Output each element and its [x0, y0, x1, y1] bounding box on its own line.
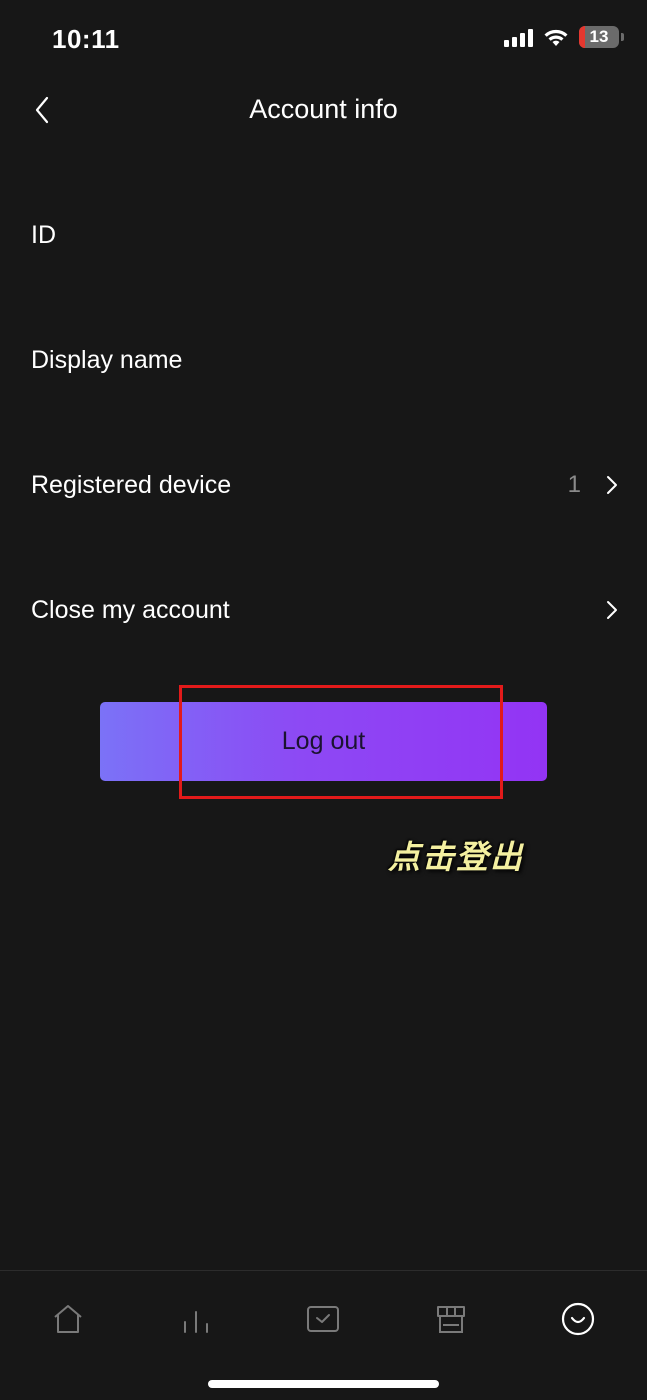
- tab-profile[interactable]: [548, 1289, 608, 1349]
- status-time: 10:11: [52, 24, 120, 54]
- account-info-screen: 10:11 13 Account info ID Display name Re…: [0, 0, 647, 1400]
- annotation-text: 点击登出: [388, 838, 525, 876]
- tab-store[interactable]: [421, 1289, 481, 1349]
- logout-button[interactable]: Log out: [100, 702, 547, 781]
- row-label: Close my account: [31, 595, 230, 624]
- row-label: Display name: [31, 345, 183, 374]
- nav-bar: Account info: [0, 78, 647, 142]
- store-icon: [437, 1306, 465, 1333]
- status-icons: 13: [504, 26, 624, 48]
- row-label: ID: [31, 220, 56, 249]
- task-icon: [307, 1306, 339, 1332]
- row-close-account[interactable]: Close my account: [0, 575, 647, 645]
- battery-icon: 13: [579, 26, 624, 48]
- tab-task[interactable]: [293, 1289, 353, 1349]
- chevron-right-icon: [607, 601, 617, 619]
- row-id: ID: [0, 200, 647, 270]
- stats-icon: [184, 1311, 208, 1333]
- status-bar: 10:11 13: [0, 0, 647, 78]
- page-title: Account info: [249, 94, 398, 124]
- row-label: Registered device: [31, 470, 232, 499]
- row-display-name: Display name: [0, 325, 647, 395]
- tab-stats[interactable]: [166, 1289, 226, 1349]
- home-indicator: [208, 1380, 439, 1388]
- tab-home[interactable]: [38, 1289, 98, 1349]
- wifi-icon: [544, 29, 568, 46]
- row-registered-device[interactable]: Registered device 1: [0, 450, 647, 520]
- cellular-signal-icon: [504, 27, 533, 47]
- chevron-right-icon: [607, 476, 617, 494]
- registered-device-count: 1: [567, 471, 581, 498]
- home-icon: [54, 1305, 82, 1333]
- profile-icon: [561, 1302, 595, 1336]
- battery-level: 13: [589, 27, 609, 46]
